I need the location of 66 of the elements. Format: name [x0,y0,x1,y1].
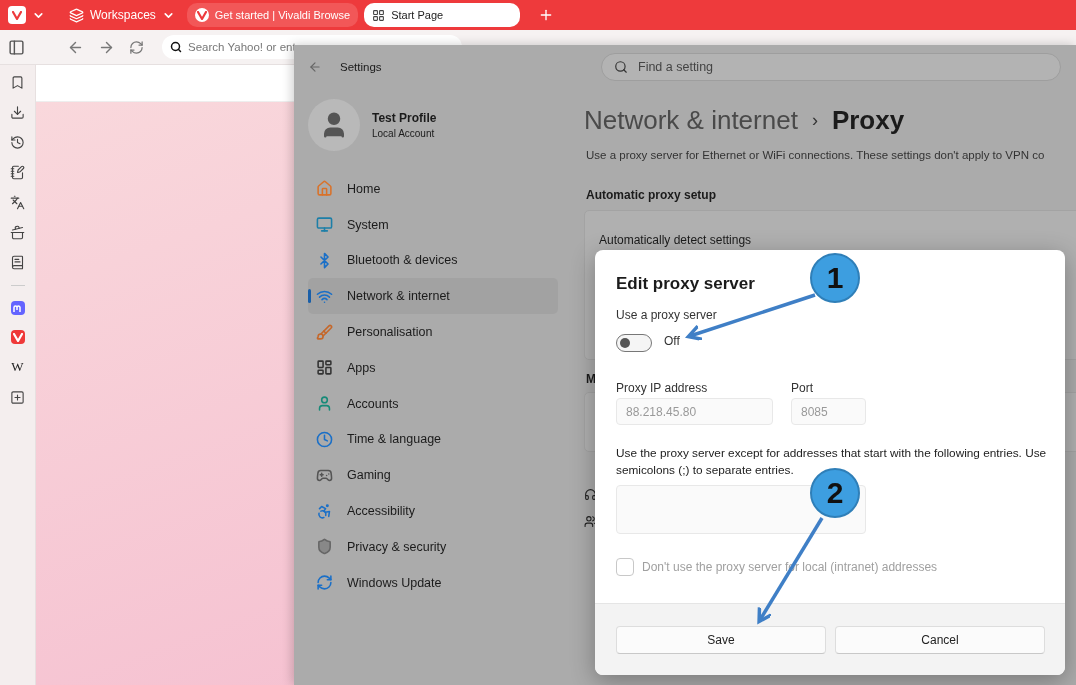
section-heading: Automatic proxy setup [586,188,718,202]
monitor-icon [316,216,333,234]
pot-icon[interactable] [10,225,25,240]
field-label: Port [791,381,813,395]
nav-item[interactable]: Privacy & security [308,528,558,565]
vivaldi-favicon [194,8,209,22]
workspaces-button[interactable]: Workspaces [63,3,181,27]
layers-icon [69,7,84,23]
search-field[interactable]: Find a setting [601,53,1061,81]
toggle-state: Off [664,334,680,348]
nav-item[interactable]: Gaming [308,457,558,494]
translate-icon[interactable] [10,195,25,210]
page-title: Proxy [831,104,905,136]
accessibility-icon [316,502,333,520]
notes-icon[interactable] [10,165,25,180]
nav-item[interactable]: Windows Update [308,564,558,601]
setting-label: Automatically detect settings [599,233,752,247]
vivaldi-menu-logo[interactable] [8,6,26,24]
field-label: Proxy IP address [616,381,708,395]
account-type: Local Account [372,128,436,139]
clock-icon [316,430,333,448]
proxy-toggle[interactable] [616,334,652,352]
person-icon [316,395,333,413]
nav-item[interactable]: Home [308,171,558,207]
people-icon [584,515,597,528]
vivaldi-panel-icon[interactable] [10,330,25,344]
nav-item[interactable]: Accessibility [308,493,558,529]
save-button[interactable]: Save [616,625,826,654]
book-icon[interactable] [10,255,25,270]
window-title: Settings [340,61,382,73]
reload-icon[interactable] [129,39,144,55]
back-icon[interactable] [308,60,322,74]
grid-icon [372,8,386,22]
panel-toggle-icon[interactable] [8,38,25,56]
cancel-button[interactable]: Cancel [835,625,1045,654]
search-icon [614,60,628,74]
download-icon[interactable] [10,105,25,120]
home-icon [316,180,333,198]
toggle-label: Use a proxy server [616,308,717,322]
page-description: Use a proxy server for Ethernet or WiFi connections. These settings don't apply to VPN co [586,149,1046,161]
wikipedia-panel[interactable]: W [11,359,24,375]
history-icon[interactable] [10,135,25,150]
search-icon [170,41,182,53]
breadcrumb-separator: › [811,109,818,131]
nav-item[interactable]: Personalisation [308,314,558,350]
bookmark-icon[interactable] [10,75,25,90]
update-icon [316,574,333,592]
apps-icon [316,359,333,377]
brush-icon [316,323,333,341]
exceptions-field[interactable] [616,485,866,534]
nav-item[interactable]: Apps [308,350,558,386]
nav-item[interactable]: Network & internet [308,278,558,315]
breadcrumb-parent[interactable]: Network & internet [584,104,798,136]
section-heading: M [586,372,596,386]
dialog-title: Edit proxy server [616,274,755,294]
nav-item[interactable]: Accounts [308,385,558,422]
avatar [308,99,360,151]
browser-tab[interactable]: Start Page [364,3,521,27]
nav-item[interactable]: Bluetooth & devices [308,242,558,279]
add-panel-icon[interactable] [10,390,25,405]
shield-icon [316,538,333,556]
headset-icon [584,488,597,501]
mastodon-panel-icon[interactable] [10,301,25,315]
profile-name: Test Profile [372,111,437,125]
nav-item[interactable]: System [308,206,558,243]
nav-item[interactable]: Time & language [308,421,558,458]
